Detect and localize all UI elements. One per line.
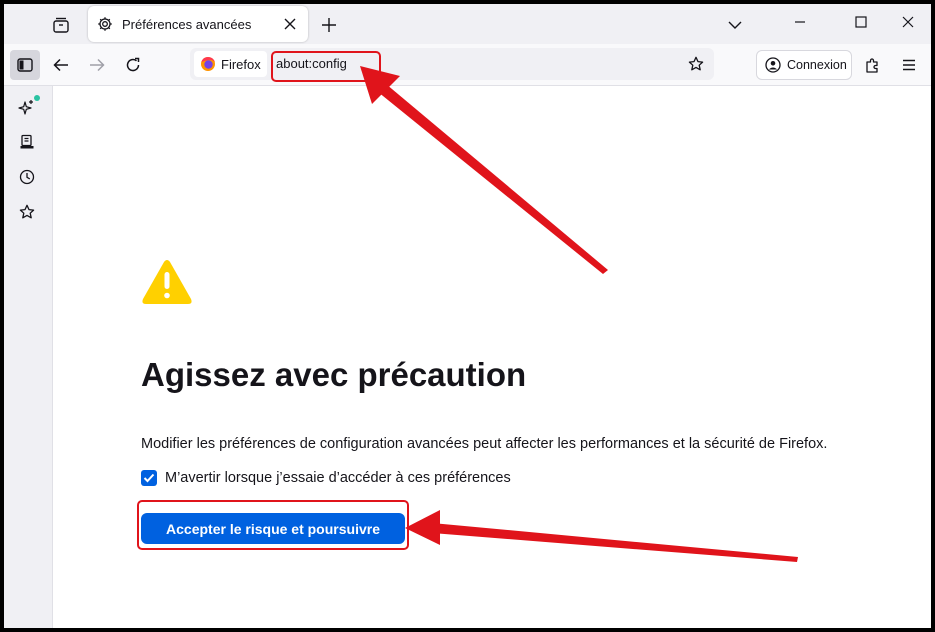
- hamburger-icon: [903, 59, 915, 71]
- account-button[interactable]: Connexion: [756, 50, 852, 80]
- close-icon: [284, 18, 296, 30]
- minimize-icon: [795, 21, 805, 23]
- puzzle-icon: [866, 58, 878, 73]
- arrow-left-icon: [53, 58, 68, 72]
- plus-icon: [322, 18, 336, 32]
- close-window-button[interactable]: [885, 4, 931, 40]
- warning-checkbox-row[interactable]: M’avertir lorsque j’essaie d’accéder à c…: [141, 470, 511, 486]
- firefox-view-icon: [53, 17, 69, 33]
- close-icon: [902, 16, 914, 28]
- star-icon: [19, 204, 35, 219]
- warn-checkbox[interactable]: [141, 470, 157, 486]
- clock-icon: [19, 169, 35, 185]
- bookmarks-button[interactable]: [14, 199, 40, 225]
- tab-preferences[interactable]: Préférences avancées: [88, 6, 308, 42]
- chevron-down-icon: [728, 21, 742, 29]
- minimize-button[interactable]: [777, 4, 823, 40]
- back-button[interactable]: [46, 50, 76, 80]
- bookmark-star-button[interactable]: [684, 52, 708, 76]
- button-highlight-box: [137, 500, 409, 550]
- browser-window: Préférences avancées Firefox about:confi…: [4, 4, 931, 628]
- arrow-right-icon: [90, 58, 105, 72]
- extensions-button[interactable]: [858, 50, 888, 80]
- menu-button[interactable]: [894, 50, 924, 80]
- ai-chatbot-button[interactable]: [14, 94, 40, 120]
- history-button[interactable]: [14, 164, 40, 190]
- firefox-view-button[interactable]: [48, 12, 74, 38]
- forward-button[interactable]: [82, 50, 112, 80]
- new-tab-button[interactable]: [316, 12, 342, 38]
- synced-tabs-button[interactable]: [14, 129, 40, 155]
- gear-icon: [96, 15, 114, 33]
- sidebar: [4, 86, 52, 628]
- navigation-toolbar: Firefox about:config Connexion: [4, 44, 931, 86]
- account-icon: [765, 57, 781, 73]
- sidebar-toggle-button[interactable]: [10, 50, 40, 80]
- warning-icon: [142, 260, 192, 304]
- sidebar-icon: [17, 58, 33, 72]
- tab-strip: Préférences avancées: [4, 4, 931, 44]
- reload-icon: [126, 57, 140, 72]
- identity-box[interactable]: Firefox: [194, 51, 267, 77]
- page-title: Agissez avec précaution: [141, 356, 527, 393]
- account-label: Connexion: [787, 58, 847, 72]
- firefox-logo-icon: [201, 57, 215, 71]
- close-tab-button[interactable]: [278, 12, 302, 36]
- maximize-icon: [855, 16, 867, 28]
- sparkle-icon: [18, 100, 33, 115]
- synced-tabs-icon: [20, 134, 34, 149]
- url-bar[interactable]: Firefox about:config: [190, 48, 714, 80]
- maximize-button[interactable]: [838, 4, 884, 40]
- identity-label: Firefox: [221, 56, 261, 72]
- list-all-tabs-button[interactable]: [722, 12, 748, 38]
- notification-dot: [34, 95, 40, 101]
- reload-button[interactable]: [118, 50, 148, 80]
- star-icon: [688, 56, 704, 71]
- url-highlight-box: [271, 51, 381, 82]
- checkbox-label[interactable]: M’avertir lorsque j’essaie d’accéder à c…: [165, 470, 511, 486]
- tab-title: Préférences avancées: [122, 16, 252, 32]
- warning-description: Modifier les préférences de configuratio…: [141, 436, 828, 452]
- checkmark-icon: [143, 473, 155, 483]
